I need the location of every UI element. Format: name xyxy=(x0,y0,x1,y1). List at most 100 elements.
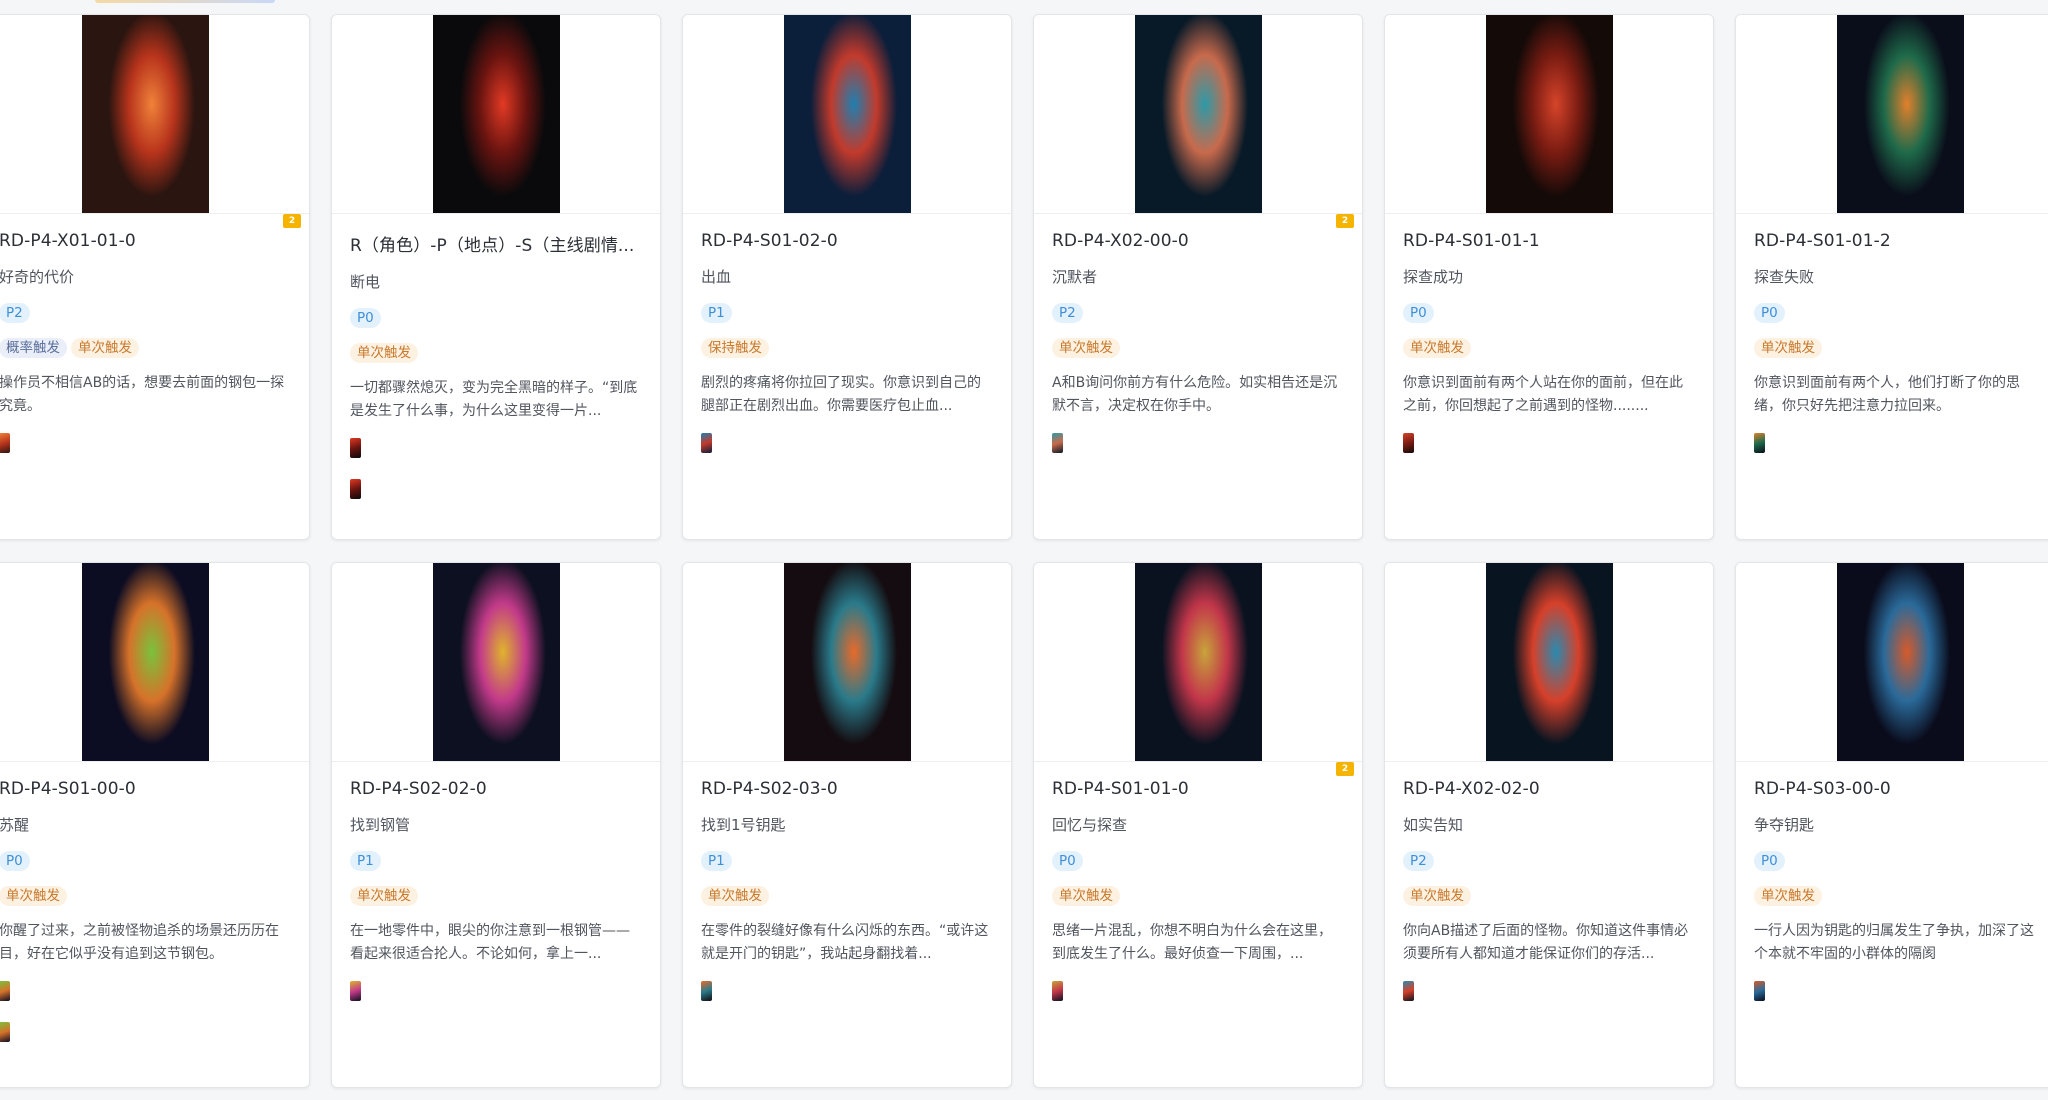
event-card[interactable]: 2 RD-P4-X02-00-0 沉默者 P2 单次触发 A和B询问你前方有什么危险。如实… xyxy=(1033,14,1363,540)
asset-thumbnail-icon[interactable] xyxy=(1754,433,1765,453)
card-thumbnail[interactable] xyxy=(0,563,309,762)
event-card[interactable]: RD-P4-S02-03-0 找到1号钥匙 P1 单次触发 在零件的裂缝好像有什么闪烁的… xyxy=(682,562,1012,1088)
priority-tag: P0 xyxy=(350,308,381,328)
figure-green-door-image xyxy=(81,563,209,761)
dark-corridor-orange-door-image xyxy=(81,15,209,213)
trigger-tag: 单次触发 xyxy=(0,886,67,906)
asset-thumbnail-icon[interactable] xyxy=(350,479,361,499)
event-card[interactable]: RD-P4-S03-00-0 争夺钥匙 P0 单次触发 一行人因为钥匙的归属发生了争执，… xyxy=(1735,562,2048,1088)
priority-tag: P0 xyxy=(0,851,30,871)
card-thumbnail[interactable] xyxy=(0,15,309,214)
face-close-up-image xyxy=(783,563,911,761)
linked-assets xyxy=(701,433,994,453)
event-card[interactable]: 2 RD-P4-X01-01-0 好奇的代价 P2 概率触发 单次触发 操作员不相信AB的话… xyxy=(0,14,310,540)
card-id: RD-P4-S01-01-0 xyxy=(1052,779,1189,799)
card-body: RD-P4-X02-00-0 沉默者 P2 单次触发 A和B询问你前方有什么危险。如实相… xyxy=(1034,231,1362,453)
trigger-tag: 单次触发 xyxy=(1403,338,1471,358)
event-card[interactable]: RD-P4-S01-00-0 苏醒 P0 单次触发 你醒了过来，之前被怪物追杀的场景还历… xyxy=(0,562,310,1088)
card-thumbnail[interactable] xyxy=(1736,15,2048,214)
card-name: 找到钢管 xyxy=(350,816,411,834)
priority-row: P1 xyxy=(350,850,643,871)
monster-doorway-image xyxy=(1485,15,1613,213)
seated-figure-corridor-image xyxy=(1134,563,1262,761)
card-name: 找到1号钥匙 xyxy=(701,816,786,834)
trigger-tag: 保持触发 xyxy=(701,338,769,358)
trigger-row: 单次触发 xyxy=(701,885,994,906)
event-card[interactable]: R（角色）-P（地点）-S（主线剧情... 断电 P0 单次触发 一切都骤然熄灭，变为完… xyxy=(331,14,661,540)
asset-thumbnail-icon[interactable] xyxy=(1754,981,1765,1001)
trigger-tag: 单次触发 xyxy=(1403,886,1471,906)
asset-thumbnail-icon[interactable] xyxy=(1403,981,1414,1001)
linked-assets xyxy=(1403,981,1696,1001)
card-name: 沉默者 xyxy=(1052,268,1098,286)
event-card[interactable]: RD-P4-S01-02-0 出血 P1 保持触发 剧烈的疼痛将你拉回了现实。你意识到自… xyxy=(682,14,1012,540)
priority-tag: P1 xyxy=(350,851,381,871)
card-description: 你醒了过来，之前被怪物追杀的场景还历历在目，好在它似乎没有追到这节钢包。 xyxy=(0,923,279,962)
trigger-row: 单次触发 xyxy=(350,885,643,906)
trigger-tag: 单次触发 xyxy=(350,886,418,906)
card-description: 你向AB描述了后面的怪物。你知道这件事情必须要所有人都知道才能保证你们的存活..… xyxy=(1403,923,1689,962)
asset-thumbnail-icon[interactable] xyxy=(0,1022,10,1042)
red-lit-corridor-image xyxy=(432,15,560,213)
asset-thumbnail-icon[interactable] xyxy=(0,981,10,1001)
card-thumbnail[interactable] xyxy=(1736,563,2048,762)
trigger-tag: 单次触发 xyxy=(350,343,418,363)
event-card[interactable]: RD-P4-S01-01-2 探查失败 P0 单次触发 你意识到面前有两个人，他们打断了… xyxy=(1735,14,2048,540)
priority-row: P0 xyxy=(1754,302,2047,323)
card-thumbnail[interactable] xyxy=(1385,15,1713,214)
trigger-tag: 单次触发 xyxy=(701,886,769,906)
card-body: RD-P4-S01-01-1 探查成功 P0 单次触发 你意识到面前有两个人站在你的面前… xyxy=(1385,231,1713,453)
figures-in-doorway-image xyxy=(1836,15,1964,213)
asset-thumbnail-icon[interactable] xyxy=(1052,433,1063,453)
card-thumbnail[interactable] xyxy=(1034,563,1362,762)
priority-tag: P2 xyxy=(1403,851,1434,871)
card-thumbnail[interactable] xyxy=(332,15,660,214)
trigger-row: 概率触发 单次触发 xyxy=(0,337,292,358)
priority-tag: P2 xyxy=(1052,303,1083,323)
card-grid: 2 RD-P4-X01-01-0 好奇的代价 P2 概率触发 单次触发 操作员不相信AB的话… xyxy=(0,14,2048,1088)
priority-tag: P0 xyxy=(1754,303,1785,323)
card-thumbnail[interactable] xyxy=(683,563,1011,762)
trigger-tag: 单次触发 xyxy=(71,338,139,358)
card-body: RD-P4-S03-00-0 争夺钥匙 P0 单次触发 一行人因为钥匙的归属发生了争执，… xyxy=(1736,779,2048,1001)
card-body: RD-P4-S02-03-0 找到1号钥匙 P1 单次触发 在零件的裂缝好像有什么闪烁的… xyxy=(683,779,1011,1001)
event-card[interactable]: RD-P4-S01-01-1 探查成功 P0 单次触发 你意识到面前有两个人站在你的面前… xyxy=(1384,14,1714,540)
event-card[interactable]: RD-P4-X02-02-0 如实告知 P2 单次触发 你向AB描述了后面的怪物。你知道… xyxy=(1384,562,1714,1088)
asset-thumbnail-icon[interactable] xyxy=(1403,433,1414,453)
count-badge: 2 xyxy=(283,214,301,228)
trigger-row: 单次触发 xyxy=(1754,337,2047,358)
card-thumbnail[interactable] xyxy=(332,563,660,762)
card-thumbnail[interactable] xyxy=(683,15,1011,214)
event-card[interactable]: 2 RD-P4-S01-01-0 回忆与探查 P0 单次触发 思绪一片混乱，你想不明白为什… xyxy=(1033,562,1363,1088)
card-name: 出血 xyxy=(701,268,732,286)
card-body: RD-P4-S01-02-0 出血 P1 保持触发 剧烈的疼痛将你拉回了现实。你意识到自… xyxy=(683,231,1011,453)
asset-thumbnail-icon[interactable] xyxy=(1052,981,1063,1001)
asset-thumbnail-icon[interactable] xyxy=(701,981,712,1001)
priority-tag: P0 xyxy=(1052,851,1083,871)
asset-thumbnail-icon[interactable] xyxy=(0,433,10,453)
event-card[interactable]: RD-P4-S02-02-0 找到钢管 P1 单次触发 在一地零件中，眼尖的你注意到一根… xyxy=(331,562,661,1088)
trigger-tag: 单次触发 xyxy=(1754,338,1822,358)
card-id: RD-P4-S01-02-0 xyxy=(701,231,838,251)
card-name: 探查成功 xyxy=(1403,268,1464,286)
count-badge: 2 xyxy=(1336,214,1354,228)
card-description: 在零件的裂缝好像有什么闪烁的东西。“或许这就是开门的钥匙”，我站起身翻找着... xyxy=(701,923,989,962)
card-thumbnail[interactable] xyxy=(1034,15,1362,214)
card-description: 操作员不相信AB的话，想要去前面的钢包一探究竟。 xyxy=(0,375,285,414)
asset-thumbnail-icon[interactable] xyxy=(350,438,361,458)
card-id: RD-P4-S01-01-2 xyxy=(1754,231,1891,251)
card-body: RD-P4-S01-00-0 苏醒 P0 单次触发 你醒了过来，之前被怪物追杀的场景还历… xyxy=(0,779,309,1042)
priority-tag: P1 xyxy=(701,851,732,871)
figure-bright-doorway-image xyxy=(432,563,560,761)
linked-assets xyxy=(1403,433,1696,453)
card-name: 回忆与探查 xyxy=(1052,816,1128,834)
card-name: 断电 xyxy=(350,273,381,291)
asset-thumbnail-icon[interactable] xyxy=(701,433,712,453)
priority-row: P1 xyxy=(701,850,994,871)
card-id: R（角色）-P（地点）-S（主线剧情... xyxy=(350,236,635,256)
priority-row: P0 xyxy=(1754,850,2047,871)
arguing-figures-image xyxy=(1836,563,1964,761)
card-name: 如实告知 xyxy=(1403,816,1464,834)
card-thumbnail[interactable] xyxy=(1385,563,1713,762)
asset-thumbnail-icon[interactable] xyxy=(350,981,361,1001)
